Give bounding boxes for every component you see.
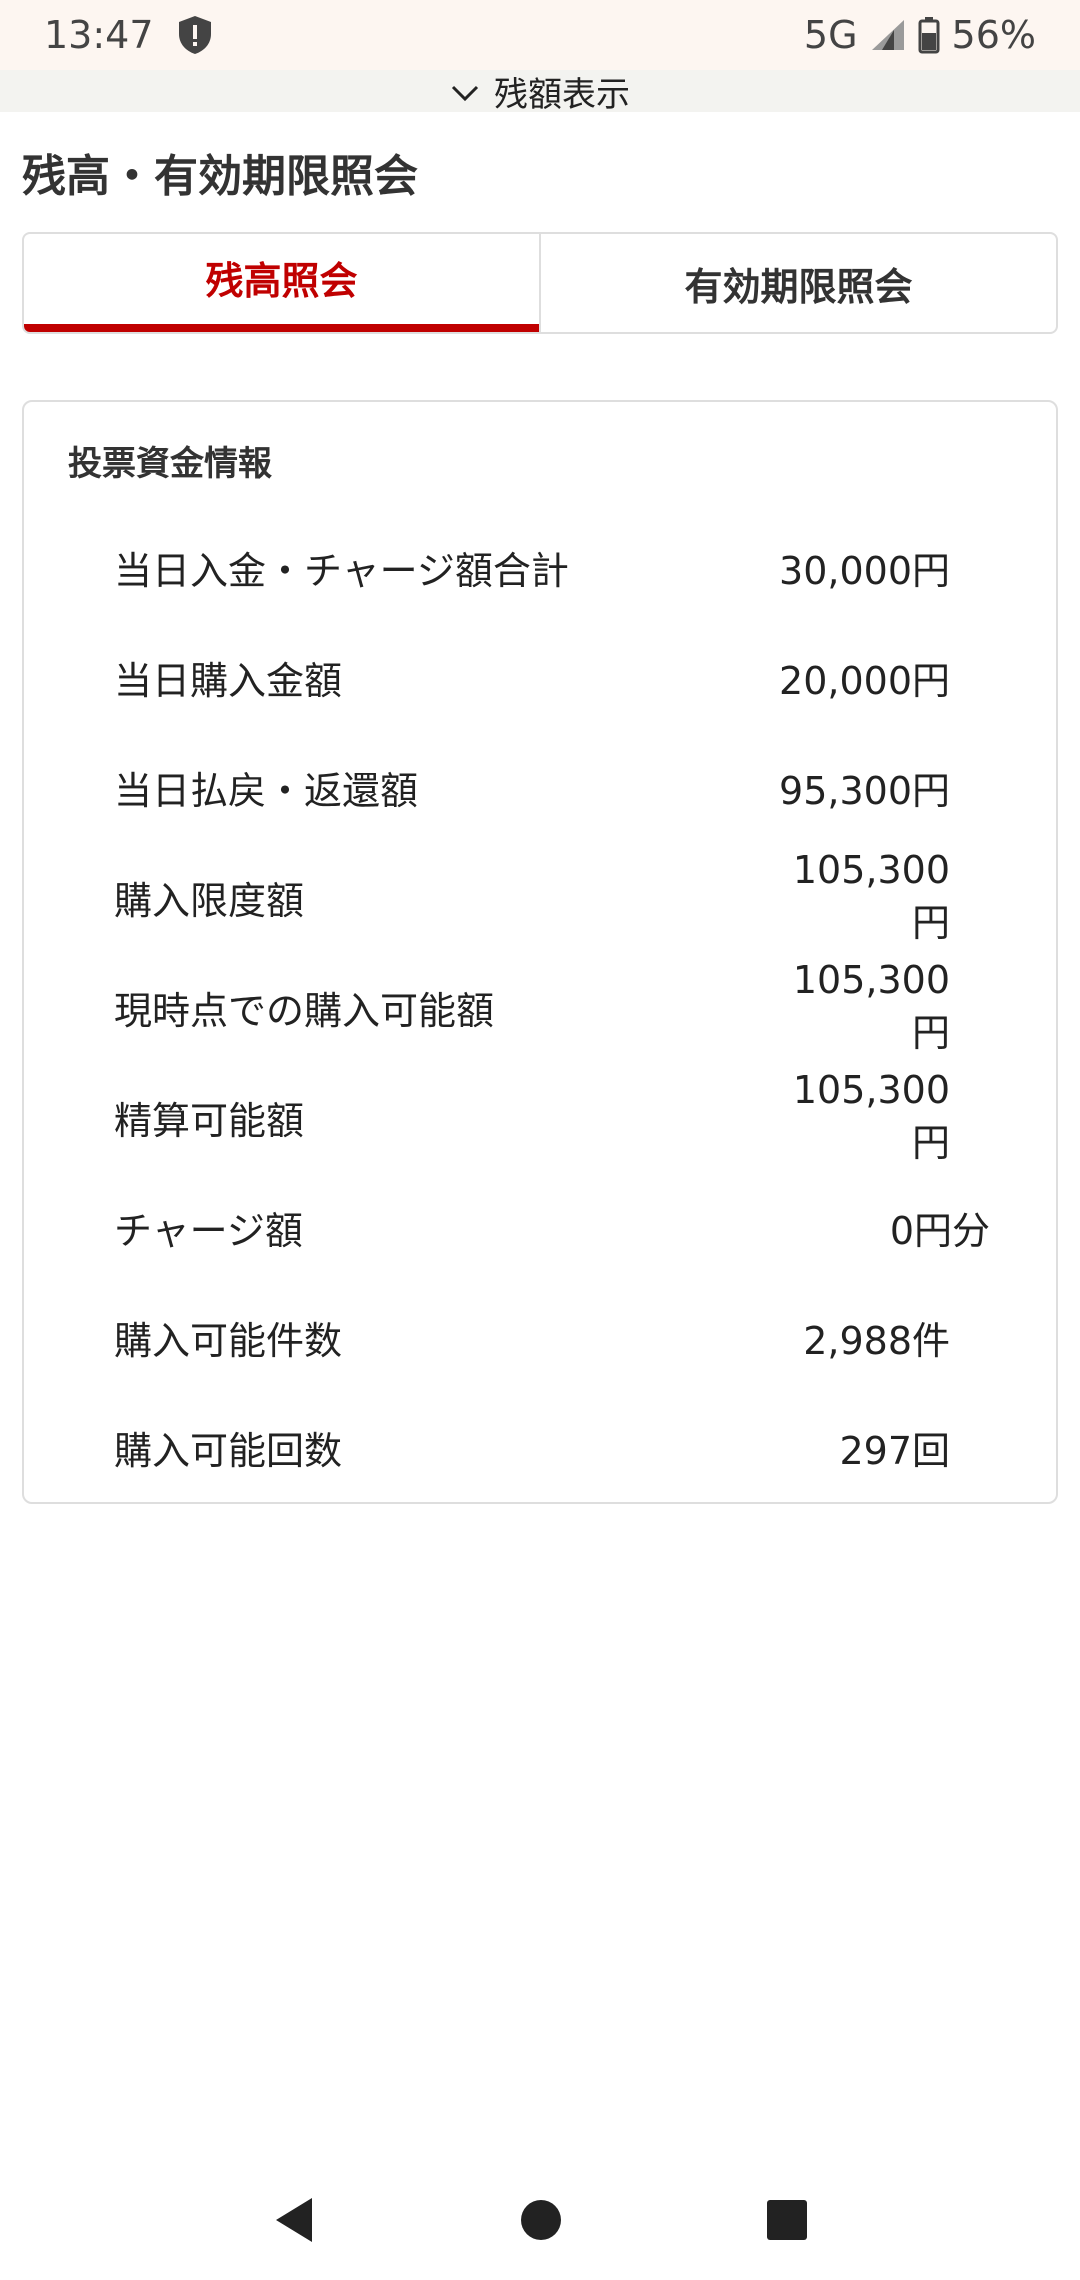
list-item: 購入可能件数 2,988件 [24,1282,1056,1392]
network-type: 5G [803,13,858,57]
tab-bar: 残高照会 有効期限照会 [22,232,1058,334]
balance-display-label: 残額表示 [494,74,630,115]
back-icon[interactable] [272,2196,316,2244]
status-right-group: 5G 56% [804,13,1036,57]
funds-info-list: 当日入金・チャージ額合計 30,000円 当日購入金額 20,000円 当日払戻… [24,512,1056,1502]
tab-label: 残高照会 [205,258,358,303]
signal-icon [870,18,906,52]
status-time: 13:47 [44,13,154,57]
status-bar: 13:47 5G 56% [0,0,1080,70]
row-label: チャージ額 [114,1208,303,1253]
list-item: 購入限度額 105,300円 [24,842,1056,952]
funds-info-card: 投票資金情報 当日入金・チャージ額合計 30,000円 当日購入金額 20,00… [22,400,1058,1504]
list-item: 当日入金・チャージ額合計 30,000円 [24,512,1056,622]
row-label: 現時点での購入可能額 [114,988,495,1033]
security-shield-icon [176,14,214,56]
list-item: 現時点での購入可能額 105,300円 [24,952,1056,1062]
row-value: 95,300円 [779,768,950,813]
row-label: 当日払戻・返還額 [114,768,419,813]
row-value: 105,300円 [792,847,950,945]
tab-expiry-inquiry[interactable]: 有効期限照会 [539,234,1056,332]
row-label: 購入可能件数 [114,1318,343,1363]
list-item: 精算可能額 105,300円 [24,1062,1056,1172]
list-item: 当日購入金額 20,000円 [24,622,1056,732]
tab-label: 有効期限照会 [684,264,913,309]
battery-icon [918,16,940,54]
row-value: 297回 [839,1428,950,1473]
row-label: 当日購入金額 [114,658,343,703]
list-item: 購入可能回数 297回 [24,1392,1056,1502]
row-label: 購入可能回数 [114,1428,343,1473]
system-nav-bar [0,2160,1080,2280]
row-value: 30,000円 [779,548,950,593]
row-value: 2,988件 [803,1318,950,1363]
list-item: 当日払戻・返還額 95,300円 [24,732,1056,842]
page-title: 残高・有効期限照会 [22,151,418,202]
row-label: 精算可能額 [114,1098,305,1143]
home-icon[interactable] [520,2199,562,2241]
chevron-down-icon [450,71,480,111]
row-label: 当日入金・チャージ額合計 [114,548,569,593]
tab-balance-inquiry[interactable]: 残高照会 [24,234,539,332]
row-value: 20,000円 [779,658,950,703]
recents-icon[interactable] [766,2199,808,2241]
list-item: チャージ額 0円分 [24,1172,1056,1282]
row-value: 105,300円 [792,957,950,1055]
row-value: 105,300円 [792,1067,950,1165]
battery-percent: 56% [951,13,1036,57]
row-value: 0円分 [889,1208,990,1253]
balance-display-toggle[interactable]: 残額表示 [0,70,1080,115]
row-label: 購入限度額 [114,878,305,923]
card-title: 投票資金情報 [68,444,272,484]
